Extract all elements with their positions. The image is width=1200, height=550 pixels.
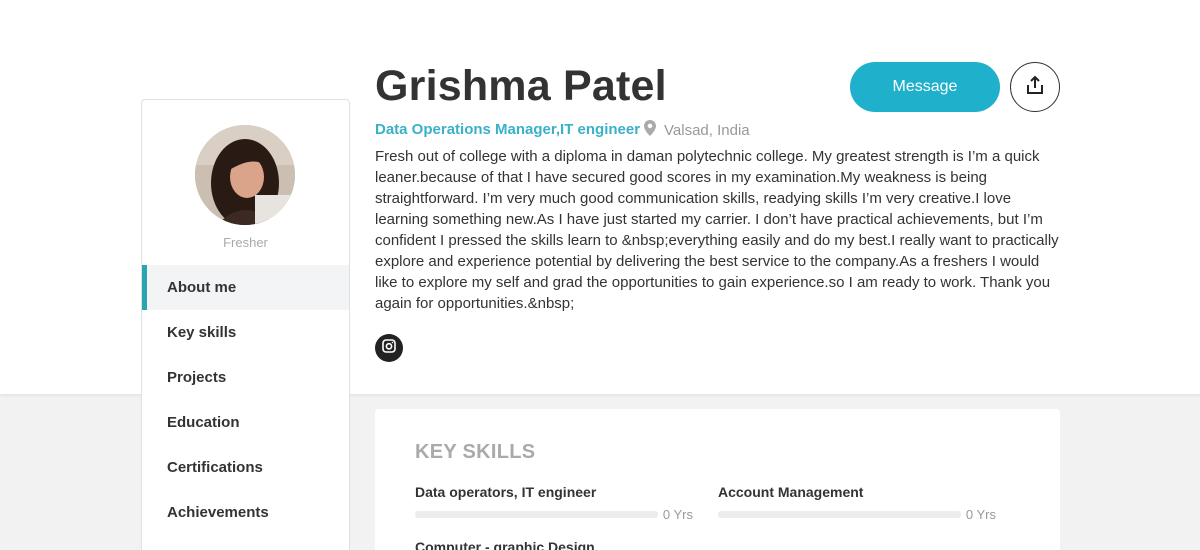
skill-item: Data operators, IT engineer 0 Yrs [415, 484, 693, 522]
skill-years: 0 Yrs [662, 507, 694, 522]
nav-item-projects[interactable]: Projects [142, 355, 349, 400]
share-button[interactable] [1010, 62, 1060, 112]
nav-item-about-me[interactable]: About me [142, 265, 349, 310]
share-icon [1025, 75, 1045, 100]
skill-name: Account Management [718, 484, 864, 500]
profile-bio: Fresh out of college with a diploma in d… [375, 148, 1059, 312]
profile-sidebar: Fresher About me Key skills Projects Edu… [141, 99, 350, 550]
profile-location: Valsad, India [644, 120, 750, 140]
message-button[interactable]: Message [850, 62, 1000, 112]
skill-level-bar [415, 511, 658, 518]
skill-item: Computer - graphic Design [415, 539, 693, 550]
nav-item-key-skills[interactable]: Key skills [142, 310, 349, 355]
nav-item-certifications[interactable]: Certifications [142, 445, 349, 490]
profile-nav: About me Key skills Projects Education C… [142, 265, 349, 535]
nav-item-education[interactable]: Education [142, 400, 349, 445]
avatar [195, 125, 295, 225]
key-skills-title: KEY SKILLS [415, 441, 536, 463]
skill-name: Data operators, IT engineer [415, 484, 597, 500]
profile-name: Grishma Patel [375, 62, 667, 110]
skill-item: Account Management 0 Yrs [718, 484, 996, 522]
location-text: Valsad, India [664, 121, 750, 139]
skill-level-bar [718, 511, 961, 518]
instagram-link[interactable] [375, 334, 403, 362]
skill-name: Computer - graphic Design [415, 539, 595, 550]
instagram-icon [382, 338, 396, 358]
key-skills-card: KEY SKILLS Data operators, IT engineer 0… [375, 409, 1060, 550]
map-pin-icon [644, 120, 656, 140]
profile-status: Fresher [223, 235, 268, 250]
profile-role: Data Operations Manager,IT engineer [375, 121, 641, 138]
skill-years: 0 Yrs [965, 507, 997, 522]
nav-item-achievements[interactable]: Achievements [142, 490, 349, 535]
